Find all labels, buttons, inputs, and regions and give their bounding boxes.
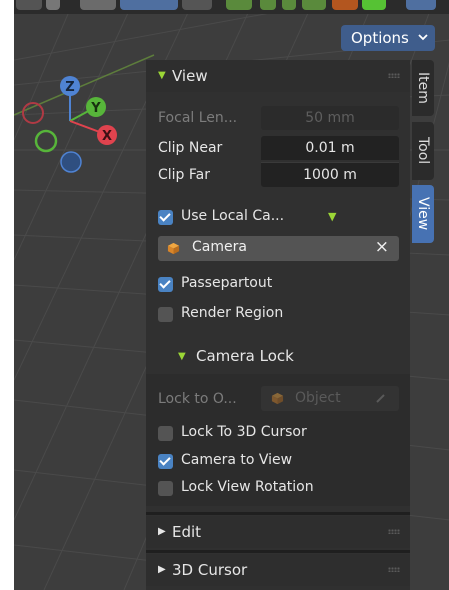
drag-handle-icon[interactable] xyxy=(388,567,400,572)
clip-near-field[interactable]: 0.01 m xyxy=(261,136,399,160)
render-region-checkbox[interactable] xyxy=(158,307,173,322)
panel-separator xyxy=(146,512,410,515)
clip-far-label: Clip Far xyxy=(158,167,210,183)
axis-neg-x-handle[interactable] xyxy=(22,102,44,124)
close-icon[interactable]: × xyxy=(375,237,389,257)
passepartout-checkbox[interactable] xyxy=(158,277,173,292)
chevron-down-icon xyxy=(418,25,428,51)
tab-item[interactable]: Item xyxy=(412,60,434,116)
axis-z-label: Z xyxy=(65,80,74,95)
lock-view-rotation-checkbox[interactable] xyxy=(158,481,173,496)
collapsed-triangle-icon: ▶ xyxy=(158,526,166,537)
camera-to-view-checkbox[interactable] xyxy=(158,454,173,469)
lock-to-object-placeholder: Object xyxy=(295,390,341,406)
edit-panel-header[interactable]: ▶ Edit xyxy=(146,516,410,548)
toolbar-button[interactable] xyxy=(362,0,386,10)
options-label: Options xyxy=(351,29,409,47)
toolbar-button[interactable] xyxy=(302,0,326,10)
object-cube-icon xyxy=(271,392,284,405)
header-toolbar xyxy=(14,0,449,14)
axis-neg-y-handle[interactable] xyxy=(34,129,58,153)
toolbar-button[interactable] xyxy=(406,0,436,10)
toolbar-button[interactable] xyxy=(182,0,212,10)
tab-tool[interactable]: Tool xyxy=(412,122,434,180)
sidebar-panel: ▼ View Focal Len... 50 mm Clip Near 0.01… xyxy=(146,60,410,590)
expand-triangle-icon: ▼ xyxy=(158,70,166,81)
expand-triangle-icon[interactable]: ▼ xyxy=(328,210,336,223)
tab-view[interactable]: View xyxy=(412,185,434,243)
3d-viewport[interactable]: Z Y X Options ▼ View Focal Len... 50 mm … xyxy=(14,0,449,590)
toolbar-button[interactable] xyxy=(80,0,116,10)
focal-length-label: Focal Len... xyxy=(158,110,238,126)
clip-near-label: Clip Near xyxy=(158,140,223,156)
axis-x-label: X xyxy=(102,129,112,144)
toolbar-button[interactable] xyxy=(260,0,276,10)
drag-handle-icon[interactable] xyxy=(388,529,400,534)
lock-to-object-field[interactable]: Object xyxy=(261,386,399,411)
lock-view-rotation-label: Lock View Rotation xyxy=(181,479,314,495)
options-dropdown[interactable]: Options xyxy=(341,25,435,51)
drag-handle-icon[interactable] xyxy=(388,73,400,78)
eyedropper-icon[interactable] xyxy=(375,392,387,404)
camera-to-view-label: Camera to View xyxy=(181,452,293,468)
object-cube-icon xyxy=(167,242,180,255)
camera-lock-subpanel-header[interactable]: ▼ Camera Lock xyxy=(146,340,410,372)
toolbar-button[interactable] xyxy=(46,0,60,10)
lock-to-object-label: Lock to O... xyxy=(158,391,237,407)
render-region-label: Render Region xyxy=(181,305,284,321)
axis-y-label: Y xyxy=(90,101,101,116)
focal-length-field[interactable]: 50 mm xyxy=(261,106,399,130)
axis-neg-z-handle[interactable] xyxy=(60,151,82,173)
camera-lock-title: Camera Lock xyxy=(196,347,294,365)
lock-to-3d-cursor-label: Lock To 3D Cursor xyxy=(181,424,307,440)
toolbar-button[interactable] xyxy=(226,0,252,10)
toolbar-button[interactable] xyxy=(282,0,296,10)
lock-to-3d-cursor-checkbox[interactable] xyxy=(158,426,173,441)
panel-separator xyxy=(146,550,410,553)
navigation-gizmo[interactable]: Z Y X xyxy=(20,68,130,178)
toolbar-button[interactable] xyxy=(332,0,358,10)
view-panel-header[interactable]: ▼ View xyxy=(146,60,410,92)
toolbar-button[interactable] xyxy=(16,0,42,10)
view-panel-title: View xyxy=(172,67,208,85)
camera-lock-subpanel-body: Lock to O... Object Lock To 3D Cursor Ca… xyxy=(146,374,410,506)
clip-far-field[interactable]: 1000 m xyxy=(261,162,399,187)
use-local-camera-label: Use Local Ca... xyxy=(181,208,285,224)
edit-panel-title: Edit xyxy=(172,523,202,541)
collapsed-triangle-icon: ▶ xyxy=(158,564,166,575)
camera-field-value: Camera xyxy=(192,239,247,255)
expand-triangle-icon: ▼ xyxy=(178,351,186,362)
camera-object-field[interactable]: Camera × xyxy=(158,236,399,261)
passepartout-label: Passepartout xyxy=(181,275,273,291)
3d-cursor-panel-title: 3D Cursor xyxy=(172,561,248,579)
use-local-camera-checkbox[interactable] xyxy=(158,210,173,225)
3d-cursor-panel-header[interactable]: ▶ 3D Cursor xyxy=(146,554,410,586)
toolbar-button[interactable] xyxy=(120,0,178,10)
